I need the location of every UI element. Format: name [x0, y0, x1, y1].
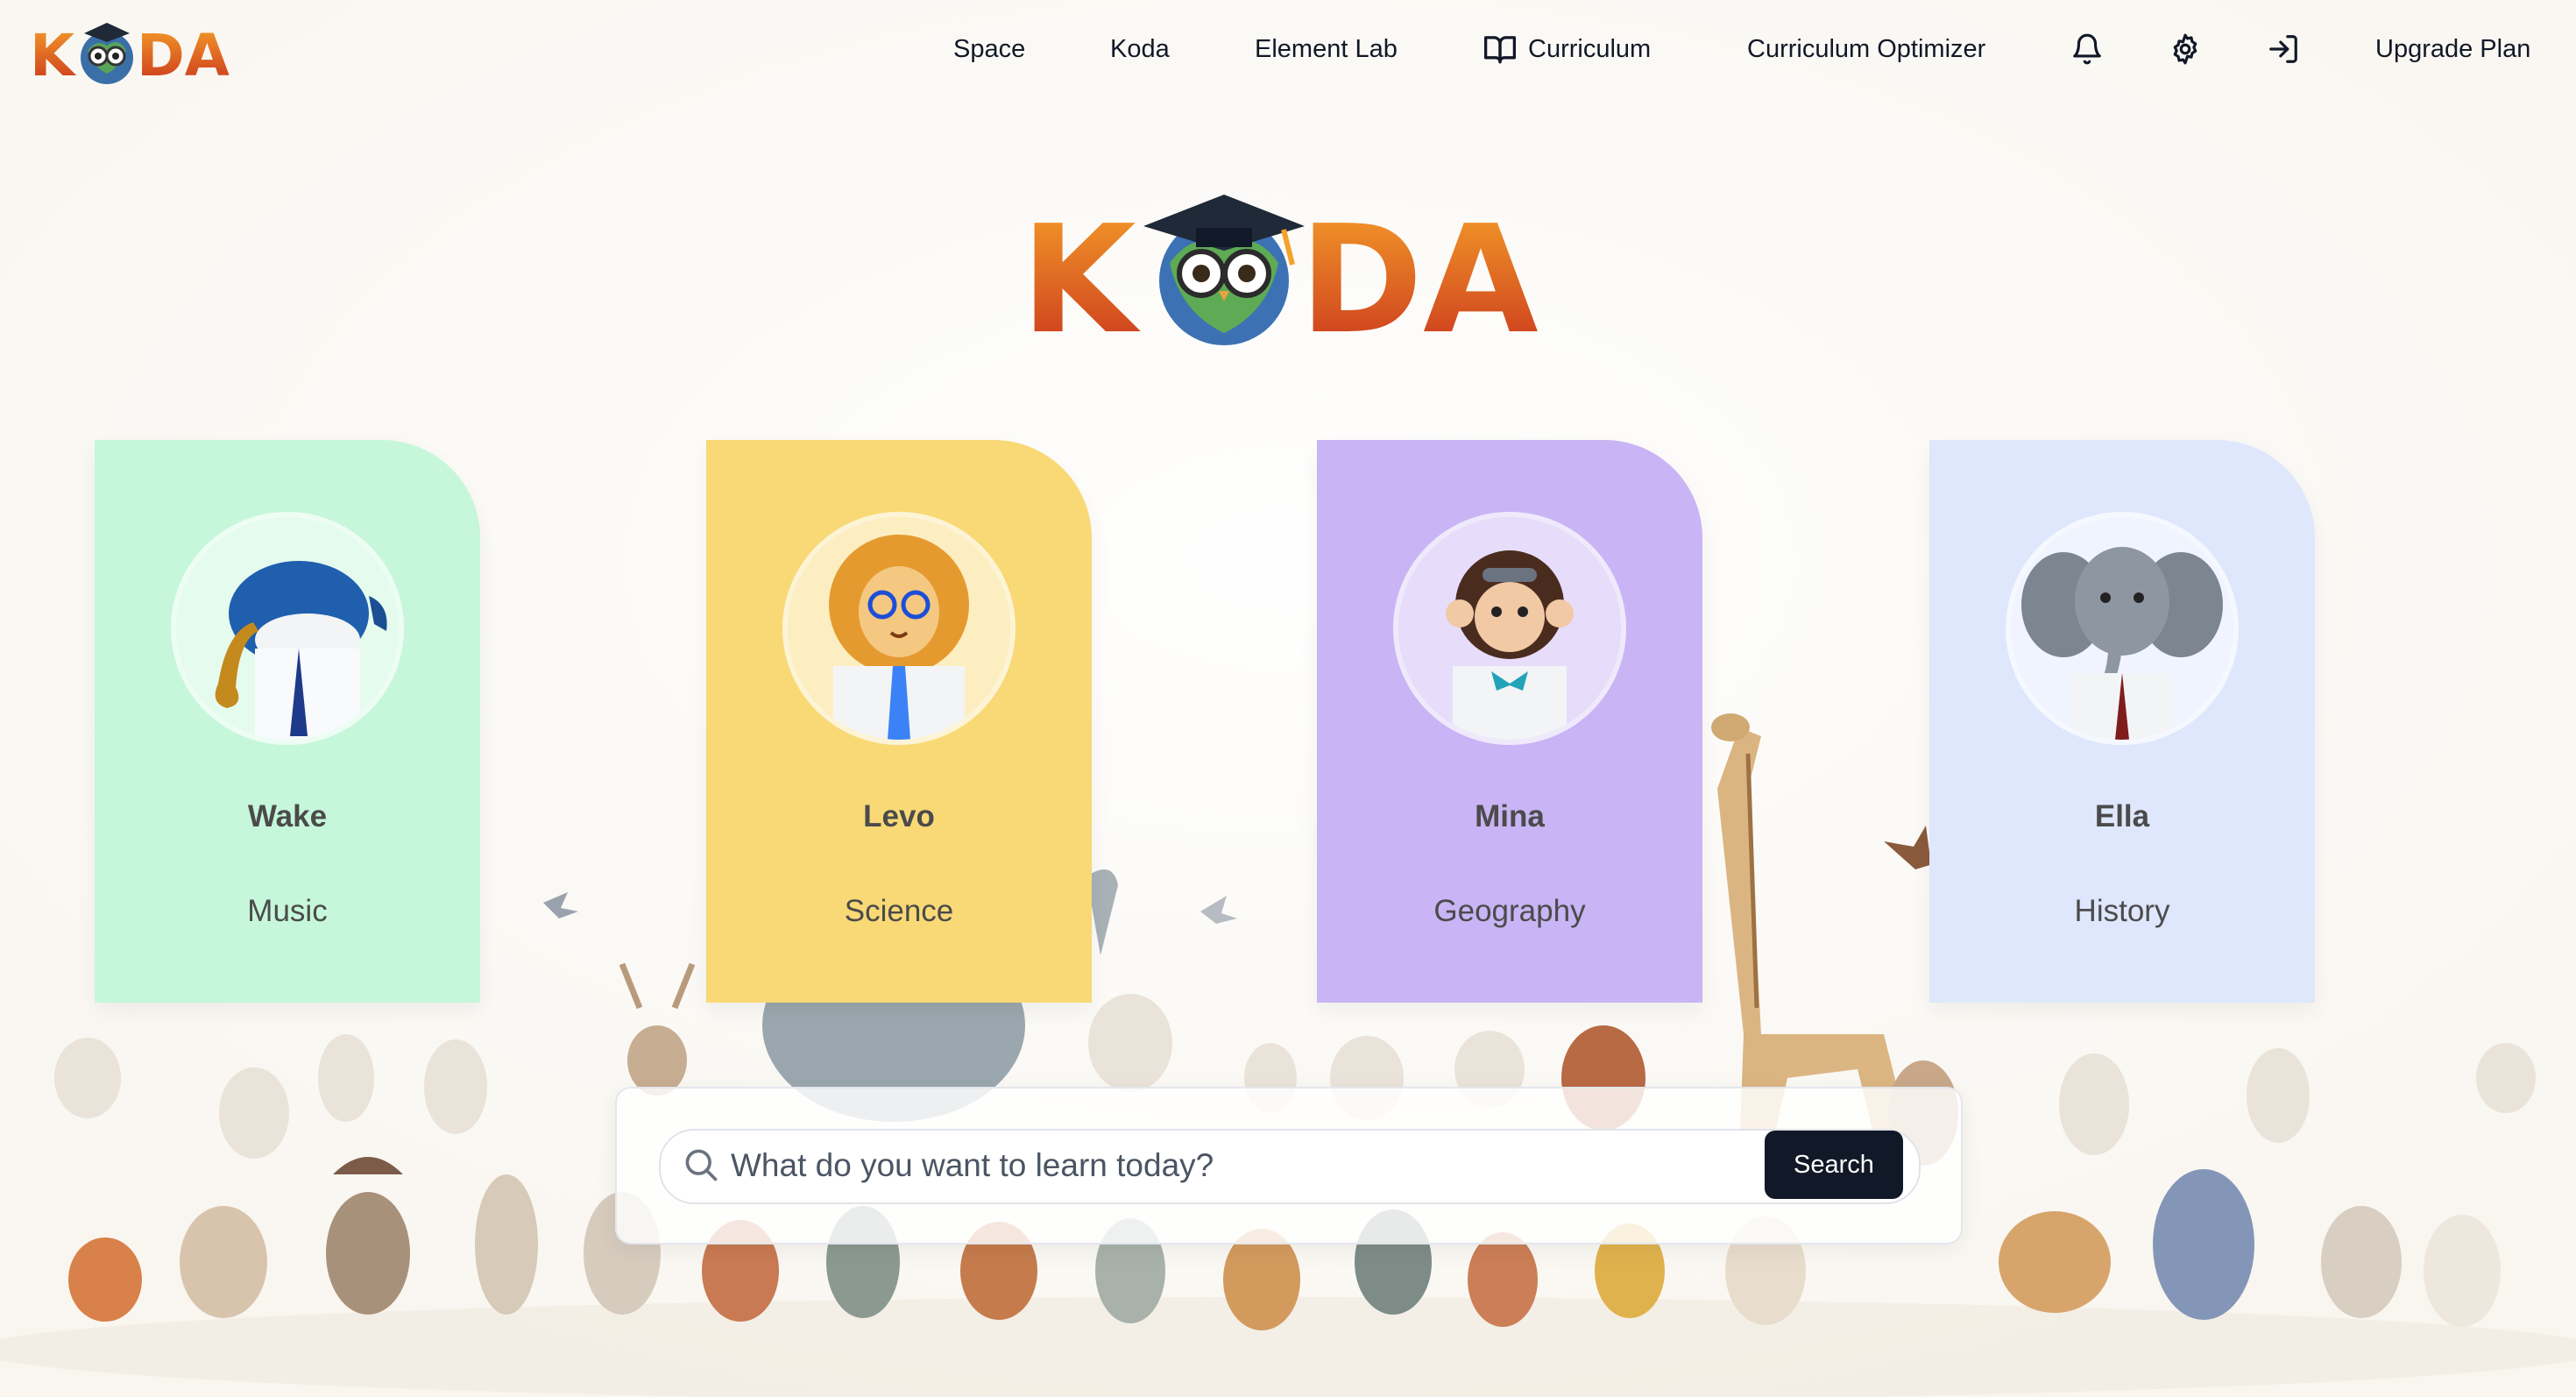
gear-icon — [2173, 33, 2197, 65]
tutor-card-levo[interactable]: Levo Science — [706, 440, 1092, 1003]
elephant-professor-avatar — [2011, 517, 2233, 740]
tutor-name: Mina — [1475, 799, 1545, 833]
tutor-subject: Geography — [1433, 894, 1586, 928]
tutor-subject: Science — [844, 894, 954, 928]
lion-scientist-avatar — [788, 517, 1010, 740]
nav-element-lab-label: Element Lab — [1255, 34, 1398, 63]
tutor-name: Levo — [863, 799, 935, 833]
sign-in-icon — [2269, 35, 2297, 63]
svg-text:K: K — [1021, 194, 1141, 351]
nav-curriculum-link[interactable]: Curriculum — [1483, 32, 1651, 67]
tutor-card-mina[interactable]: Mina Geography — [1317, 440, 1702, 1003]
koda-hero-logo: K DA — [1021, 194, 1539, 351]
tutor-name: Ella — [2094, 799, 2150, 833]
whale-saxophone-avatar — [176, 517, 399, 740]
settings-button[interactable] — [2166, 30, 2204, 68]
search-input[interactable] — [729, 1136, 1749, 1195]
search-icon — [685, 1149, 718, 1181]
top-navigation-bar: K DA Space Koda Element Lab Curriculum C… — [0, 0, 2576, 98]
nav-curriculum-optimizer-link[interactable]: Curriculum Optimizer — [1747, 32, 1985, 67]
nav-space-label: Space — [953, 34, 1026, 63]
nav-element-lab-link[interactable]: Element Lab — [1255, 32, 1398, 67]
nav-curriculum-label: Curriculum — [1528, 34, 1652, 63]
notifications-button[interactable] — [2068, 30, 2106, 68]
upgrade-plan-label: Upgrade Plan — [2375, 34, 2531, 63]
book-open-icon — [1483, 36, 1516, 64]
nav-curriculum-optimizer-label: Curriculum Optimizer — [1747, 34, 1986, 63]
nav-koda-label: Koda — [1110, 34, 1170, 63]
tutor-card-ella[interactable]: Ella History — [1929, 440, 2315, 1003]
sign-in-button[interactable] — [2264, 30, 2303, 68]
upgrade-plan-link[interactable]: Upgrade Plan — [2375, 32, 2530, 67]
bell-icon — [2073, 33, 2101, 65]
nav-koda-link[interactable]: Koda — [1110, 32, 1170, 67]
main-nav: Space Koda Element Lab Curriculum Curric… — [0, 0, 2576, 98]
tutor-card-wake[interactable]: Wake Music — [95, 440, 480, 1003]
search-button[interactable]: Search — [1765, 1131, 1903, 1199]
tutor-subject: Music — [247, 894, 328, 928]
tutor-subject: History — [2074, 894, 2170, 928]
nav-space-link[interactable]: Space — [953, 32, 1025, 67]
tutor-name: Wake — [247, 799, 328, 833]
monkey-explorer-avatar — [1398, 517, 1621, 740]
svg-text:DA: DA — [1299, 194, 1539, 351]
